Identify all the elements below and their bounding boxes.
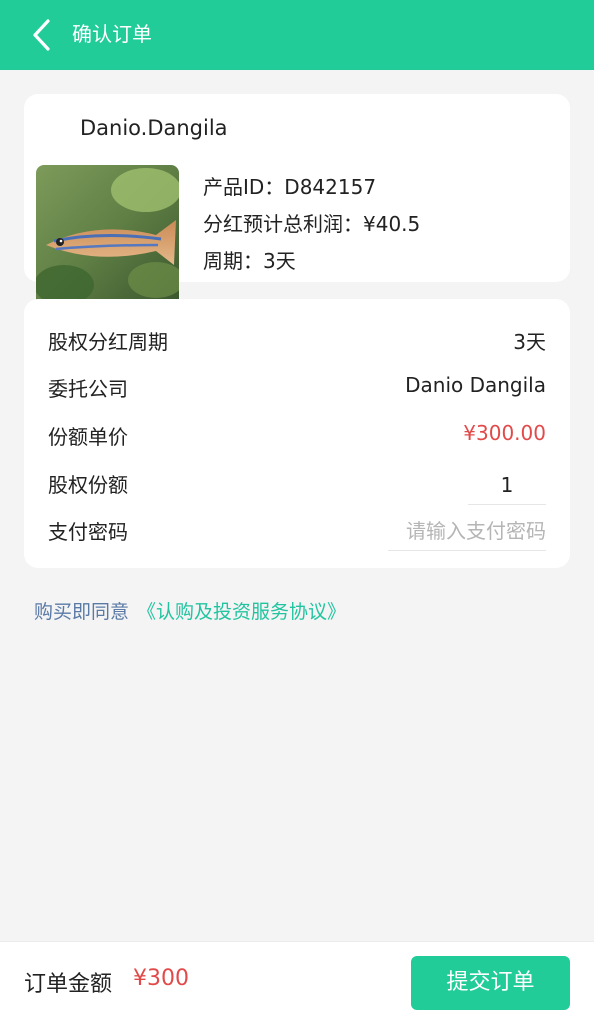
unit-price-label: 份额单价 <box>48 425 128 449</box>
trust-company-label: 委托公司 <box>48 377 128 401</box>
trust-company-value: Danio Dangila <box>405 373 546 397</box>
product-period: 周期：3天 <box>203 249 296 273</box>
chevron-left-icon <box>33 19 50 51</box>
share-quantity-input[interactable] <box>468 465 546 505</box>
product-name: Danio.Dangila <box>80 116 228 140</box>
order-amount-label: 订单金额 <box>24 972 113 997</box>
agreement-line: 购买即同意 《认购及投资服务协议》 <box>34 597 346 624</box>
payment-password-label: 支付密码 <box>48 520 128 544</box>
unit-price-value: ¥300.00 <box>463 421 546 445</box>
dividend-period-value: 3天 <box>513 330 546 354</box>
back-button[interactable] <box>28 17 58 53</box>
submit-order-button[interactable]: 提交订单 <box>411 956 570 1010</box>
dividend-period-label: 股权分红周期 <box>48 330 168 354</box>
share-quantity-label: 股权份额 <box>48 473 128 497</box>
order-amount-value: ¥300 <box>133 966 189 991</box>
agreement-link[interactable]: 《认购及投资服务协议》 <box>137 601 346 623</box>
payment-password-input[interactable] <box>388 511 546 551</box>
product-profit: 分红预计总利润：¥40.5 <box>203 212 421 236</box>
product-id: 产品ID：D842157 <box>203 175 377 199</box>
agreement-text: 购买即同意 <box>34 601 130 623</box>
page-title: 确认订单 <box>72 22 152 46</box>
order-footer: 订单金额 ¥300 提交订单 <box>0 941 594 1024</box>
app-header: 确认订单 <box>0 0 594 70</box>
product-image <box>36 165 179 308</box>
